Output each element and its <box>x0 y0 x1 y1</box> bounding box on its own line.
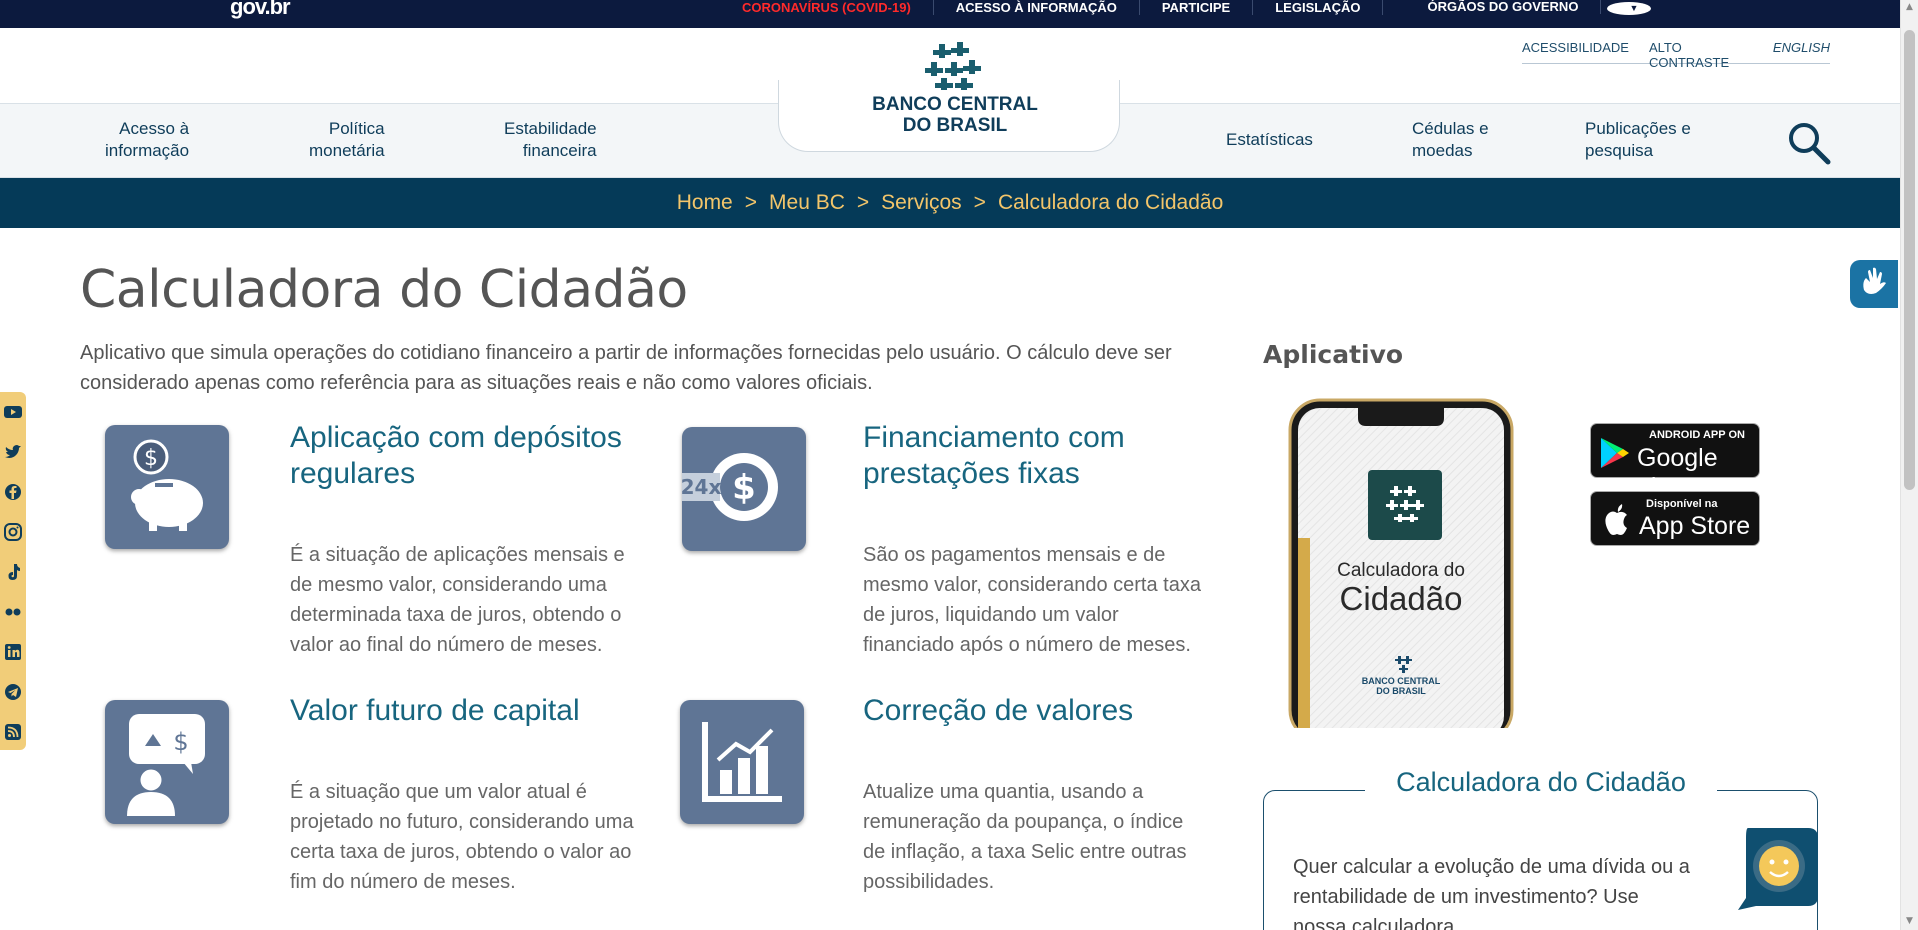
bar-chart-growth-icon[interactable] <box>680 700 804 824</box>
tile-desc-correcao: Atualize uma quantia, usando a remuneraç… <box>863 781 1187 893</box>
linkedin-icon[interactable] <box>3 642 23 662</box>
nav-label-1: Publicações e <box>1585 119 1691 138</box>
apple-icon <box>1605 504 1627 535</box>
gov-link-participe[interactable]: PARTICIPE <box>1140 0 1254 15</box>
nav-estabilidade-financeira[interactable]: Estabilidade financeira <box>504 118 597 162</box>
facebook-icon[interactable] <box>3 482 23 502</box>
gov-link-acesso[interactable]: ACESSO À INFORMAÇÃO <box>934 0 1140 15</box>
gov-link-covid[interactable]: CORONAVÍRUS (COVID-19) <box>720 0 934 15</box>
phone-brand-line2: DO BRASIL <box>1376 686 1426 696</box>
nav-politica-monetaria[interactable]: Política monetária <box>309 118 385 162</box>
twitter-icon[interactable] <box>3 442 23 462</box>
breadcrumb: Home > Meu BC > Serviços > Calculadora d… <box>0 178 1900 228</box>
app-store-large: App Store <box>1639 512 1751 540</box>
chatbot-icon[interactable] <box>1736 826 1818 910</box>
tile-title-correcao[interactable]: Correção de valores <box>863 693 1223 729</box>
gov-link-orgaos-label: ÓRGÃOS DO GOVERNO <box>1405 0 1602 14</box>
bcb-name-line1: BANCO CENTRAL <box>872 94 1038 115</box>
tile-desc-depositos: É a situação de aplicações mensais e de … <box>290 544 625 656</box>
page-title: Calculadora do Cidadão <box>80 260 688 320</box>
tile-desc-valor-futuro: É a situação que um valor atual é projet… <box>290 781 634 893</box>
bcb-name-line2: DO BRASIL <box>902 115 1008 136</box>
app-store-small: Disponível na <box>1646 498 1718 510</box>
bcb-mark-icon <box>925 42 981 90</box>
nav-acesso-informacao[interactable]: Acesso à informação <box>105 118 189 162</box>
tiktok-icon[interactable] <box>3 562 23 582</box>
google-play-badge[interactable]: ANDROID APP ON Google play <box>1590 423 1760 501</box>
nav-label-2: financeira <box>522 141 597 160</box>
tile-title-financiamento[interactable]: Financiamento com prestações fixas <box>863 420 1223 492</box>
youtube-icon[interactable] <box>3 402 23 422</box>
svg-text:$: $ <box>144 446 158 471</box>
gov-bar: gov.br CORONAVÍRUS (COVID-19) ACESSO À I… <box>0 0 1900 28</box>
telegram-icon[interactable] <box>3 682 23 702</box>
nav-label-2: informação <box>105 141 190 160</box>
breadcrumb-servicos[interactable]: Serviços <box>881 191 962 215</box>
social-sidebar <box>0 392 26 750</box>
nav-publicacoes-pesquisa[interactable]: Publicações e pesquisa <box>1585 118 1691 162</box>
app-phone-image[interactable]: Calculadora do Cidadão BANCO CENTRAL DO … <box>1288 398 1514 742</box>
app-heading: Aplicativo <box>1263 340 1404 369</box>
search-icon[interactable] <box>1786 120 1832 166</box>
google-play-small: ANDROID APP ON <box>1649 429 1745 441</box>
installments-24x-icon[interactable]: $ 24x <box>682 427 806 551</box>
rss-icon[interactable] <box>3 722 23 742</box>
page-intro: Aplicativo que simula operações do cotid… <box>80 342 1172 394</box>
sign-language-icon[interactable] <box>1850 260 1898 308</box>
breadcrumb-separator: > <box>744 191 758 214</box>
svg-text:$: $ <box>732 468 756 508</box>
breadcrumb-home[interactable]: Home <box>677 191 733 215</box>
app-store-badge[interactable]: Disponível na App Store <box>1590 491 1760 546</box>
phone-app-name-line1: Calculadora do <box>1337 560 1465 581</box>
tile-title-valor-futuro[interactable]: Valor futuro de capital <box>290 693 650 729</box>
scroll-thumb[interactable] <box>1904 30 1915 490</box>
calc-box-text: Quer calcular a evolução de uma dívida o… <box>1293 856 1690 930</box>
nav-label-2: moedas <box>1412 141 1473 160</box>
calc-box-title[interactable]: Calculadora do Cidadão <box>1365 767 1717 798</box>
bcb-logo[interactable]: BANCO CENTRAL DO BRASIL <box>865 40 1045 136</box>
nav-label-1: Estabilidade <box>504 119 597 138</box>
google-play-icon <box>1601 438 1629 468</box>
gov-link-legislacao[interactable]: LEGISLAÇÃO <box>1253 0 1384 15</box>
breadcrumb-meu-bc[interactable]: Meu BC <box>769 191 845 215</box>
english-link[interactable]: ENGLISH <box>1773 40 1830 63</box>
scroll-down-icon[interactable]: ▼ <box>1904 916 1915 926</box>
svg-text:$: $ <box>173 728 188 756</box>
piggy-bank-icon[interactable]: $ <box>105 425 229 549</box>
tile-desc-financiamento: São os pagamentos mensais e de mesmo val… <box>863 544 1201 656</box>
flickr-icon[interactable] <box>3 602 23 622</box>
utility-links: ACESSIBILIDADE ALTO CONTRASTE ENGLISH <box>1522 40 1830 70</box>
person-thinking-money-icon[interactable]: $ <box>105 700 229 824</box>
scroll-up-icon[interactable]: ▲ <box>1904 2 1915 12</box>
accessibility-link[interactable]: ACESSIBILIDADE <box>1522 40 1629 63</box>
gov-links: CORONAVÍRUS (COVID-19) ACESSO À INFORMAÇ… <box>720 0 1673 28</box>
chevron-down-icon: ▼ <box>1607 2 1652 15</box>
nav-cedulas-moedas[interactable]: Cédulas e moedas <box>1412 118 1489 162</box>
high-contrast-link[interactable]: ALTO CONTRASTE <box>1649 40 1753 70</box>
phone-app-name-line2: Cidadão <box>1340 580 1463 617</box>
nav-label-2: monetária <box>309 141 385 160</box>
nav-label-1: Política <box>328 119 385 138</box>
nav-estatisticas[interactable]: Estatísticas <box>1226 129 1313 151</box>
tile-title-depositos[interactable]: Aplicação com depósitos regulares <box>290 420 650 492</box>
nav-label-1: Acesso à <box>119 119 190 138</box>
nav-label-2: pesquisa <box>1585 141 1654 160</box>
breadcrumb-separator: > <box>856 191 870 214</box>
breadcrumb-current[interactable]: Calculadora do Cidadão <box>998 191 1223 215</box>
instagram-icon[interactable] <box>3 522 23 542</box>
nav-label-1: Cédulas e <box>1412 119 1489 138</box>
phone-brand-line1: BANCO CENTRAL <box>1362 676 1441 686</box>
govbr-logo[interactable]: gov.br <box>230 0 291 20</box>
tile-icon-24x: 24x <box>682 475 721 499</box>
page: { "govbar": { "logo": "gov.br", "links":… <box>0 0 1918 930</box>
nav-label-1: Estatísticas <box>1226 130 1313 149</box>
gov-link-orgaos[interactable]: ÓRGÃOS DO GOVERNO ▼ <box>1383 0 1673 15</box>
scrollbar[interactable]: ▲ ▼ <box>1900 0 1918 930</box>
breadcrumb-separator: > <box>973 191 986 214</box>
